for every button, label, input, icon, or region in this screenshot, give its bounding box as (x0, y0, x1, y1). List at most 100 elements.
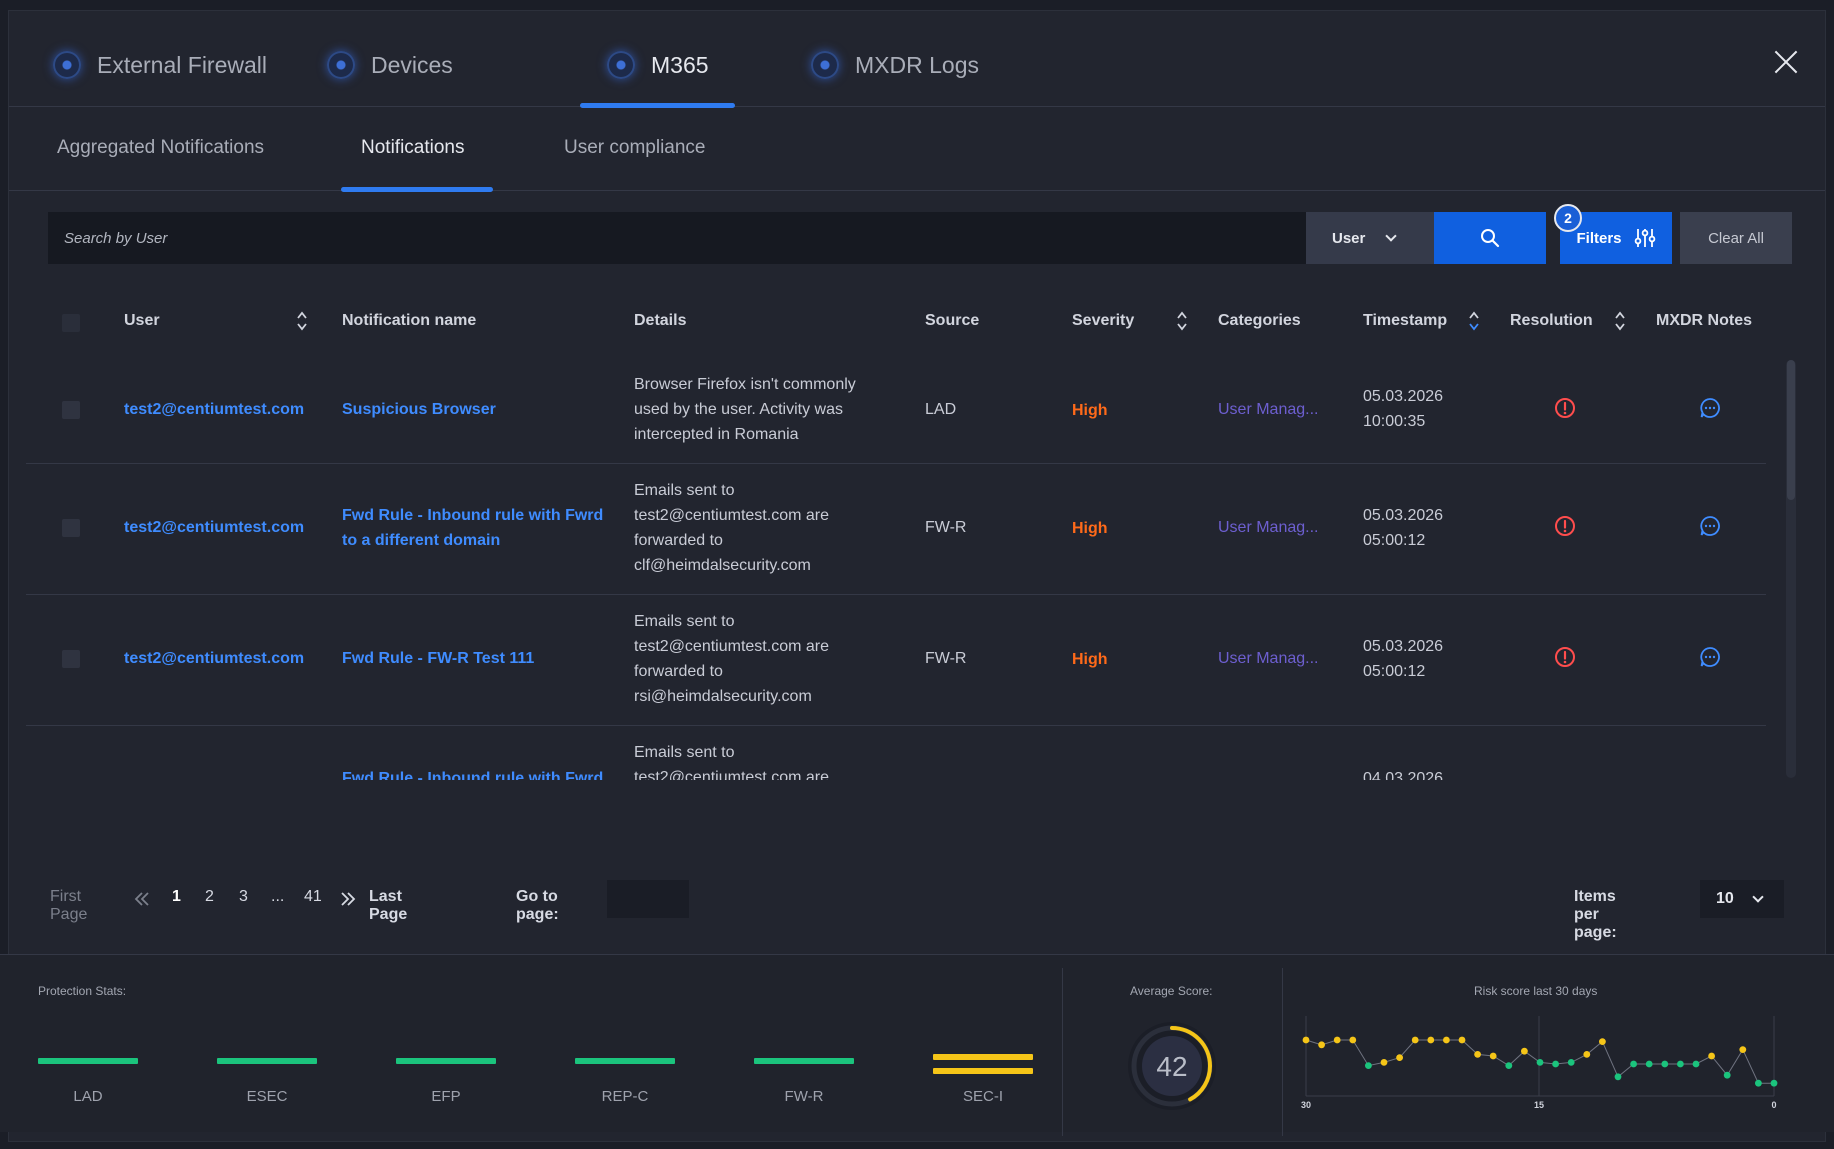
column-severity[interactable]: Severity (1072, 312, 1134, 330)
tab-mxdr-logs[interactable]: MXDR Logs (811, 45, 979, 85)
risk-point (1723, 1071, 1731, 1079)
go-to-page-input[interactable] (607, 880, 689, 918)
stat-bar-name: EFP (431, 1088, 461, 1105)
risk-point (1755, 1079, 1762, 1087)
risk-point (1583, 1051, 1591, 1058)
active-subtab-indicator (341, 187, 493, 192)
source-text: FW-R (925, 519, 967, 536)
top-tab-bar: External Firewall Devices M365 MXDR Logs (9, 11, 1825, 108)
stat-bar-name: LAD (73, 1088, 103, 1105)
notification-link[interactable]: Suspicious Browser (342, 397, 612, 422)
column-timestamp[interactable]: Timestamp (1363, 312, 1447, 330)
chat-bubble-icon[interactable] (1699, 515, 1721, 537)
user-link[interactable]: test2@centiumtest.com (124, 515, 304, 540)
search-field-value: User (1332, 229, 1366, 247)
table-row[interactable]: test2@centiumtest.com Fwd Rule - Inbound… (26, 464, 1766, 595)
risk-point (1318, 1041, 1325, 1049)
details-line: intercepted in Romania (634, 426, 799, 443)
divider (1062, 968, 1063, 1136)
search-field-select[interactable]: User (1306, 212, 1434, 264)
double-chevron-left-icon[interactable] (134, 892, 150, 906)
stat-bar-name: FW-R (784, 1088, 824, 1105)
risk-point (1677, 1060, 1684, 1068)
timestamp-date: 05.03.2026 (1363, 507, 1444, 524)
risk-point (1552, 1060, 1559, 1068)
last-page-link[interactable]: Last Page (369, 888, 407, 924)
category-link[interactable]: User Manag... (1218, 515, 1318, 540)
sort-icon[interactable] (1176, 310, 1188, 332)
tab-m365[interactable]: M365 (607, 45, 709, 85)
go-to-page-label: Go to page: (516, 888, 559, 923)
search-input[interactable] (48, 212, 1314, 264)
category-link[interactable]: User Manag... (1218, 646, 1318, 671)
risk-point (1505, 1062, 1513, 1069)
search-button[interactable] (1434, 212, 1546, 264)
chat-bubble-icon[interactable] (1699, 397, 1721, 419)
risk-point (1427, 1036, 1435, 1044)
alert-circle-icon[interactable] (1554, 646, 1576, 668)
column-user[interactable]: User (124, 312, 160, 330)
sort-icon[interactable] (1614, 310, 1626, 332)
select-all-checkbox[interactable] (62, 314, 80, 332)
risk-point (1411, 1036, 1419, 1044)
details-line: forwarded to (634, 663, 723, 680)
table-scrollbar-thumb[interactable] (1787, 360, 1795, 500)
category-link[interactable]: User Manag... (1218, 397, 1318, 422)
sort-icon[interactable] (296, 310, 308, 332)
page-3[interactable]: 3 (239, 888, 248, 906)
details-text: Emails sent to test2@centiumtest.com are (634, 740, 904, 780)
column-resolution[interactable]: Resolution (1510, 312, 1593, 330)
row-checkbox[interactable] (62, 650, 80, 668)
notification-link[interactable]: Fwd Rule - Inbound rule with Fwrd (342, 766, 612, 780)
alert-circle-icon[interactable] (1554, 397, 1576, 419)
page-41[interactable]: 41 (304, 888, 322, 906)
notification-name-line: Fwd Rule - FW-R Test 111 (342, 650, 535, 667)
risk-axis-0: 0 (1771, 1100, 1776, 1110)
severity-badge: High (1072, 402, 1108, 419)
table-row[interactable]: Fwd Rule - Inbound rule with Fwrd Emails… (26, 726, 1766, 780)
chevron-down-icon (1385, 230, 1398, 242)
alert-circle-icon[interactable] (1554, 515, 1576, 537)
notification-link[interactable]: Fwd Rule - FW-R Test 111 (342, 646, 612, 671)
user-link[interactable]: test2@centiumtest.com (124, 646, 304, 671)
divider (1282, 968, 1283, 1136)
tab-aggregated-notifications[interactable]: Aggregated Notifications (57, 137, 264, 159)
table-row[interactable]: test2@centiumtest.com Fwd Rule - FW-R Te… (26, 595, 1766, 726)
first-page-link[interactable]: First Page (50, 888, 87, 924)
risk-point (1302, 1036, 1310, 1044)
risk-point (1770, 1079, 1778, 1087)
stat-bar-esec: ESEC (217, 1058, 317, 1105)
clear-all-button[interactable]: Clear All (1680, 212, 1792, 264)
timestamp: 05.03.2026 05:00:12 (1363, 503, 1443, 553)
row-checkbox[interactable] (62, 519, 80, 537)
risk-point (1536, 1059, 1544, 1066)
notification-name-line: Suspicious Browser (342, 401, 496, 418)
stat-bar-fw-r: FW-R (754, 1058, 854, 1105)
tab-user-compliance[interactable]: User compliance (564, 137, 706, 159)
sort-desc-icon[interactable] (1468, 310, 1480, 332)
items-per-page-select[interactable]: 10 (1700, 880, 1784, 918)
risk-point (1599, 1038, 1606, 1045)
table-header: User Notification name Details Source Se… (26, 296, 1766, 346)
details-text: Emails sent to test2@centiumtest.com are… (634, 609, 904, 709)
chat-bubble-icon[interactable] (1699, 646, 1721, 668)
column-source: Source (925, 312, 980, 329)
tab-notifications[interactable]: Notifications (361, 137, 465, 159)
table-row[interactable]: test2@centiumtest.com Suspicious Browser… (26, 352, 1766, 464)
risk-point (1489, 1052, 1497, 1060)
page-1[interactable]: 1 (172, 888, 181, 906)
tab-external-firewall[interactable]: External Firewall (53, 45, 267, 85)
source-text: LAD (925, 401, 957, 418)
page-2[interactable]: 2 (205, 888, 214, 906)
user-link[interactable]: test2@centiumtest.com (124, 397, 304, 422)
tab-devices[interactable]: Devices (327, 45, 453, 85)
notification-link[interactable]: Fwd Rule - Inbound rule with Fwrd to a d… (342, 503, 612, 553)
details-line: test2@centiumtest.com are (634, 769, 829, 780)
double-chevron-right-icon[interactable] (340, 892, 356, 906)
notification-name-line: Fwd Rule - Inbound rule with Fwrd (342, 770, 604, 780)
close-icon[interactable] (1769, 45, 1803, 79)
row-checkbox[interactable] (62, 401, 80, 419)
risk-point (1708, 1052, 1715, 1060)
risk-point (1365, 1062, 1372, 1069)
timestamp: 04.03.2026 (1363, 766, 1443, 780)
